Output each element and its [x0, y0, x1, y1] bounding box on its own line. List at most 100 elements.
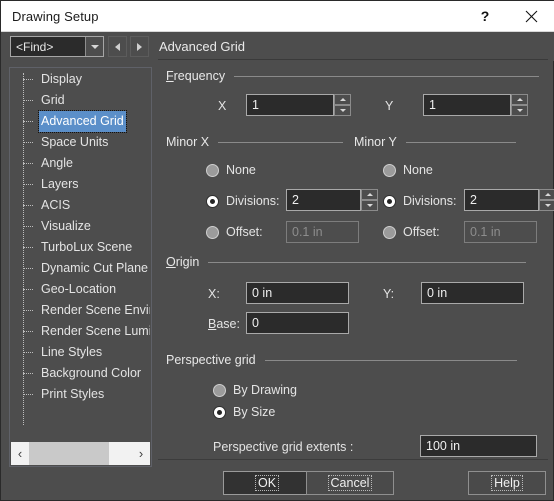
frequency-y-label: Y — [385, 99, 394, 113]
ok-button[interactable]: OK — [223, 471, 311, 495]
spinner-up-icon[interactable] — [334, 94, 351, 105]
frequency-y-spinner[interactable]: 1 — [423, 94, 528, 116]
tree-item-label: Grid — [41, 93, 65, 107]
spinner-down-icon[interactable] — [334, 105, 351, 116]
tree-branch-icon — [23, 247, 33, 249]
tree-item-label: Dynamic Cut Plane — [41, 261, 148, 275]
radio-icon — [383, 163, 396, 177]
group-divider — [264, 359, 517, 361]
perspective-by-size-label: By Size — [233, 405, 276, 419]
page-title: Advanced Grid — [159, 39, 245, 54]
frequency-y-input[interactable]: 1 — [423, 94, 511, 116]
dialog-title: Drawing Setup — [12, 9, 99, 24]
tree-item-label: TurboLux Scene — [41, 240, 133, 254]
minor-x-divisions-input[interactable]: 2 — [286, 189, 361, 211]
tree-item-space-units[interactable]: Space Units — [11, 132, 150, 153]
minor-y-divisions-spinner[interactable]: 2 — [464, 189, 554, 211]
tree-branch-icon — [23, 289, 33, 291]
radio-icon-selected — [383, 194, 396, 208]
chevron-left-icon[interactable]: ‹ — [11, 442, 29, 465]
group-divider — [218, 141, 344, 143]
origin-y-input[interactable]: 0 in — [421, 282, 524, 304]
tree-item-render-scene-luminaire[interactable]: Render Scene Lumina — [11, 321, 150, 342]
radio-icon — [213, 383, 226, 397]
tree-horizontal-scrollbar[interactable]: ‹ › — [11, 442, 150, 465]
perspective-by-drawing-radio[interactable]: By Drawing — [213, 383, 297, 397]
tree-item-label: Advanced Grid — [38, 110, 127, 133]
minor-y-divisions-input[interactable]: 2 — [464, 189, 539, 211]
help-button-label: Help — [491, 475, 523, 491]
minor-x-divisions-spin-buttons[interactable] — [361, 189, 378, 211]
settings-tree[interactable]: Display Grid Advanced Grid Space Units A… — [11, 69, 150, 443]
frequency-x-label: X — [218, 99, 227, 113]
close-icon[interactable] — [509, 1, 553, 31]
minor-x-group-header: Minor X — [166, 135, 344, 149]
minor-x-offset-label: Offset: — [226, 225, 263, 239]
minor-y-none-radio[interactable]: None — [383, 163, 433, 177]
find-combobox[interactable]: <Find> — [10, 36, 104, 57]
spinner-down-icon[interactable] — [361, 200, 378, 211]
tree-item-print-styles[interactable]: Print Styles — [11, 384, 150, 405]
tree-item-background-color[interactable]: Background Color — [11, 363, 150, 384]
spinner-up-icon[interactable] — [539, 189, 554, 200]
radio-icon — [206, 163, 219, 177]
tree-item-angle[interactable]: Angle — [11, 153, 150, 174]
tree-item-label: Geo-Location — [41, 282, 117, 296]
minor-y-offset-radio[interactable]: Offset: — [383, 225, 440, 239]
help-question-icon[interactable]: ? — [463, 1, 507, 31]
tree-item-advanced-grid[interactable]: Advanced Grid — [11, 110, 150, 133]
frequency-x-input[interactable]: 1 — [246, 94, 334, 116]
frequency-y-spin-buttons[interactable] — [511, 94, 528, 116]
cancel-button[interactable]: Cancel — [306, 471, 394, 495]
tree-item-display[interactable]: Display — [11, 69, 150, 90]
perspective-by-size-radio[interactable]: By Size — [213, 405, 275, 419]
frequency-group-header: Frequency — [166, 69, 548, 83]
tree-branch-icon — [23, 142, 33, 144]
spinner-up-icon[interactable] — [361, 189, 378, 200]
origin-x-label: X: — [208, 287, 220, 301]
tree-item-label: Display — [41, 72, 82, 86]
scrollbar-track[interactable] — [29, 442, 132, 465]
group-divider — [405, 141, 516, 143]
radio-icon — [383, 225, 396, 239]
cancel-button-label: Cancel — [327, 475, 373, 491]
minor-y-offset-input[interactable]: 0.1 in — [464, 221, 537, 243]
minor-y-divisions-spin-buttons[interactable] — [539, 189, 554, 211]
tree-item-visualize[interactable]: Visualize — [11, 216, 150, 237]
perspective-extents-input[interactable]: 100 in — [420, 435, 537, 457]
minor-x-none-radio[interactable]: None — [206, 163, 256, 177]
origin-base-input[interactable]: 0 — [246, 312, 349, 334]
header-divider — [158, 59, 548, 60]
tree-item-acis[interactable]: ACIS — [11, 195, 150, 216]
frequency-x-spin-buttons[interactable] — [334, 94, 351, 116]
tree-item-grid[interactable]: Grid — [11, 90, 150, 111]
minor-y-group-label: Minor Y — [354, 135, 397, 149]
minor-x-divisions-radio[interactable]: Divisions: — [206, 194, 280, 208]
nav-previous-button[interactable] — [108, 36, 127, 57]
settings-pane: Frequency X 1 Y 1 Minor X None Divisions… — [158, 63, 554, 457]
tree-branch-icon — [23, 331, 33, 333]
nav-next-button[interactable] — [130, 36, 149, 57]
spinner-up-icon[interactable] — [511, 94, 528, 105]
help-button[interactable]: Help — [468, 471, 546, 495]
tree-item-render-scene-environment[interactable]: Render Scene Environ — [11, 300, 150, 321]
tree-branch-icon — [23, 121, 33, 123]
spinner-down-icon[interactable] — [539, 200, 554, 211]
scrollbar-thumb[interactable] — [29, 442, 109, 465]
tree-item-geo-location[interactable]: Geo-Location — [11, 279, 150, 300]
chevron-down-icon[interactable] — [85, 37, 103, 56]
minor-x-divisions-spinner[interactable]: 2 — [286, 189, 378, 211]
tree-item-label: Layers — [41, 177, 79, 191]
triangle-left-icon — [115, 42, 120, 51]
minor-x-offset-radio[interactable]: Offset: — [206, 225, 263, 239]
tree-item-turbolux-scene[interactable]: TurboLux Scene — [11, 237, 150, 258]
minor-y-divisions-radio[interactable]: Divisions: — [383, 194, 457, 208]
tree-item-dynamic-cut-plane[interactable]: Dynamic Cut Plane — [11, 258, 150, 279]
frequency-x-spinner[interactable]: 1 — [246, 94, 351, 116]
spinner-down-icon[interactable] — [511, 105, 528, 116]
chevron-right-icon[interactable]: › — [132, 442, 150, 465]
tree-item-line-styles[interactable]: Line Styles — [11, 342, 150, 363]
minor-x-offset-input[interactable]: 0.1 in — [286, 221, 359, 243]
tree-item-layers[interactable]: Layers — [11, 174, 150, 195]
origin-x-input[interactable]: 0 in — [246, 282, 349, 304]
